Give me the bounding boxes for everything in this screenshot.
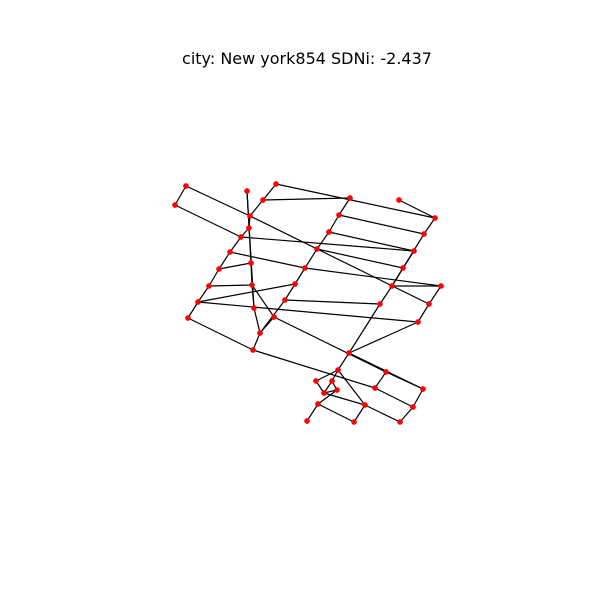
graph-node [185, 315, 191, 321]
graph-node [426, 301, 432, 307]
graph-node [271, 314, 277, 320]
graph-node [195, 299, 201, 305]
graph-node [411, 248, 417, 254]
graph-node [282, 297, 288, 303]
graph-node [372, 385, 378, 391]
graph-node [314, 246, 320, 252]
graph-node [432, 215, 438, 221]
graph-node [206, 283, 212, 289]
graph-node [313, 378, 319, 384]
graph-node [250, 347, 256, 353]
graph-node [247, 213, 253, 219]
graph-node [421, 231, 427, 237]
graph-node [377, 301, 383, 307]
graph-node [227, 249, 233, 255]
graph-node [329, 378, 335, 384]
graph-node [273, 181, 279, 187]
network-figure: city: New york854 SDNi: -2.437 [0, 0, 600, 600]
graph-node [334, 387, 340, 393]
graph-node [383, 369, 389, 375]
graph-node [410, 404, 416, 410]
graph-node [420, 386, 426, 392]
graph-node [244, 188, 250, 194]
graph-node [248, 260, 254, 266]
graph-node [347, 195, 353, 201]
graph-node [321, 390, 327, 396]
graph-node [326, 229, 332, 235]
graph-node [389, 283, 395, 289]
figure-background [0, 0, 600, 600]
graph-node [336, 212, 342, 218]
graph-node [335, 367, 341, 373]
plot-title: city: New york854 SDNi: -2.437 [182, 49, 432, 68]
graph-node [302, 265, 308, 271]
graph-node [172, 202, 178, 208]
graph-node [216, 266, 222, 272]
graph-node [257, 330, 263, 336]
graph-node [415, 319, 421, 325]
graph-node [396, 197, 402, 203]
graph-node [346, 350, 352, 356]
graph-node [400, 265, 406, 271]
graph-node [315, 401, 321, 407]
graph-node [260, 197, 266, 203]
graph-node [362, 402, 368, 408]
graph-node [183, 183, 189, 189]
graph-node [249, 282, 255, 288]
graph-node [238, 234, 244, 240]
graph-node [438, 283, 444, 289]
graph-node [251, 305, 257, 311]
graph-node [397, 419, 403, 425]
graph-node [292, 281, 298, 287]
graph-node [246, 225, 252, 231]
graph-node [304, 418, 310, 424]
graph-node [351, 419, 357, 425]
